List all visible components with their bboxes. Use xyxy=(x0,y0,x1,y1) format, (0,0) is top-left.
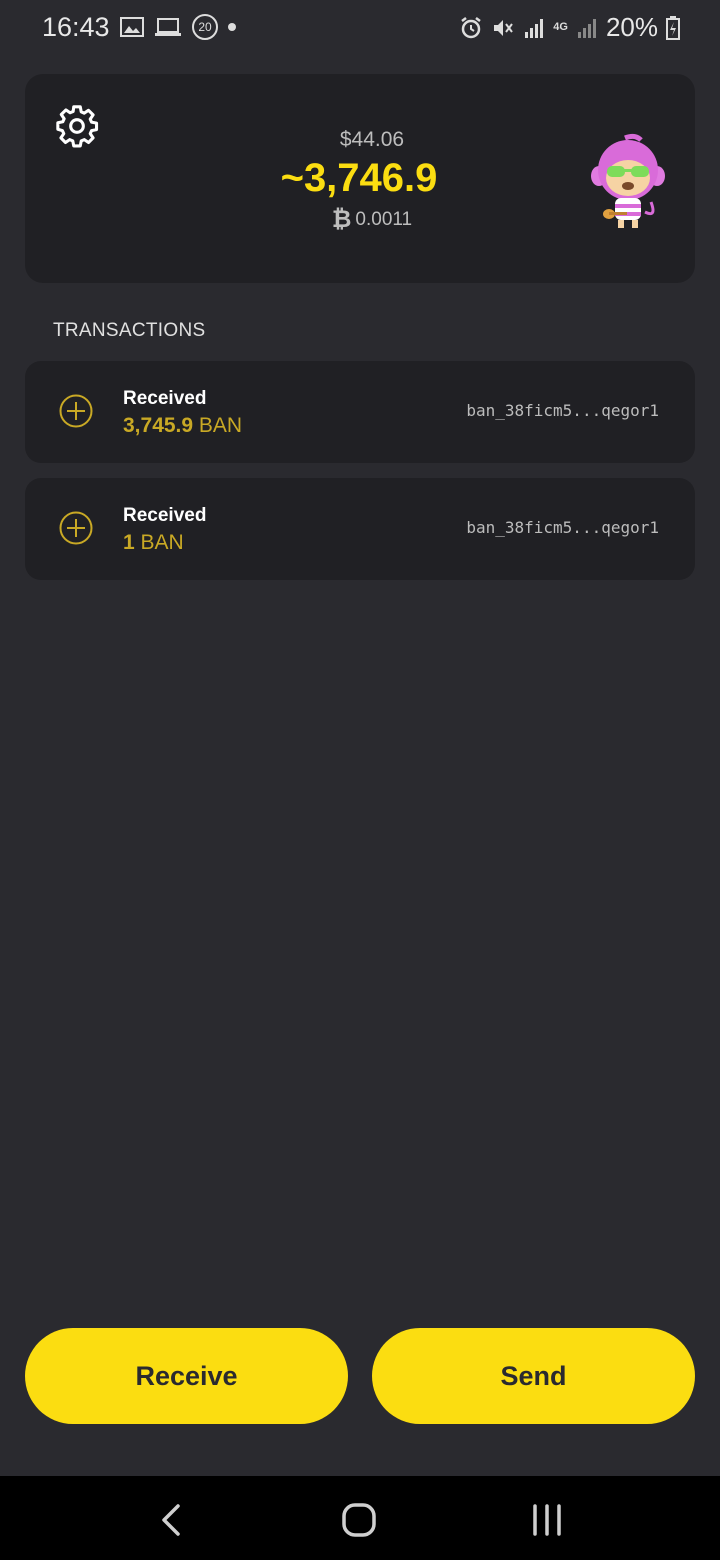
recents-button[interactable] xyxy=(527,1502,567,1538)
transaction-amount: 1 BAN xyxy=(123,531,184,554)
plus-circle-icon xyxy=(59,511,93,545)
navigation-bar xyxy=(0,1476,720,1560)
dot-icon xyxy=(228,23,236,31)
transaction-amount: 3,745.9 BAN xyxy=(123,414,243,437)
laptop-icon xyxy=(155,18,181,36)
monkey-icon xyxy=(591,133,665,228)
send-button[interactable]: Send xyxy=(372,1328,695,1424)
image-icon xyxy=(120,17,144,37)
transaction-item[interactable]: Received 3,745.9 BAN ban_38ficm5...qegor… xyxy=(25,361,695,463)
transaction-address: ban_38ficm5...qegor1 xyxy=(466,401,659,420)
transaction-type: Received xyxy=(123,505,207,526)
signal-icon-2 xyxy=(577,18,596,38)
home-icon xyxy=(342,1503,376,1537)
status-bar: 16:43 20 4G 20% xyxy=(0,0,720,56)
transaction-item[interactable]: Received 1 BAN ban_38ficm5...qegor1 xyxy=(25,478,695,580)
mute-icon xyxy=(494,19,514,36)
receive-button[interactable]: Receive xyxy=(25,1328,348,1424)
transactions-title: TRANSACTIONS xyxy=(53,320,206,341)
home-button[interactable] xyxy=(339,1502,379,1538)
battery-icon xyxy=(666,15,680,40)
status-time: 16:43 xyxy=(42,12,110,42)
notification-badge: 20 xyxy=(192,14,218,40)
bitcoin-icon: ₿ xyxy=(331,206,352,233)
plus-circle-icon xyxy=(59,394,93,428)
transaction-address: ban_38ficm5...qegor1 xyxy=(466,518,659,537)
btc-balance: 0.0011 xyxy=(355,209,413,230)
battery-percent: 20% xyxy=(605,12,658,42)
back-button[interactable] xyxy=(152,1502,192,1538)
signal-icon xyxy=(525,18,544,38)
transaction-type: Received xyxy=(123,388,207,409)
network-label: 4G xyxy=(553,21,568,33)
back-icon xyxy=(162,1504,180,1536)
monkey-avatar[interactable] xyxy=(585,132,671,232)
recents-icon xyxy=(533,1504,561,1536)
alarm-icon xyxy=(461,16,482,38)
balance-card: $44.06 ~3,746.9 ₿ 0.0011 xyxy=(25,74,695,283)
